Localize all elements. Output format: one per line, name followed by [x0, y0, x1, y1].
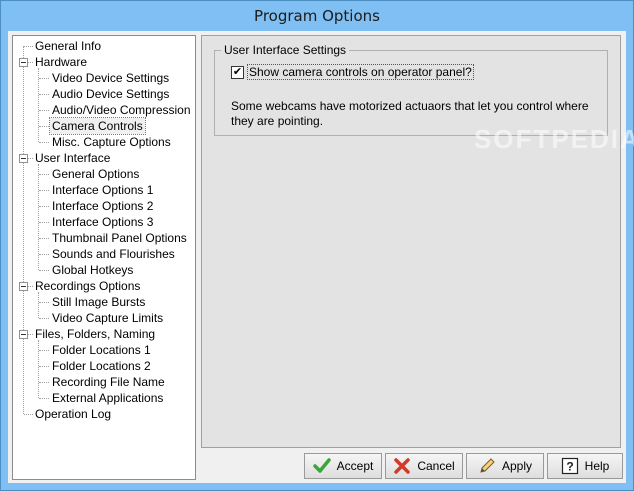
tree-item[interactable]: Audio/Video Compression: [50, 102, 193, 118]
tree-category[interactable]: Files, Folders, Naming: [33, 326, 157, 342]
tree-category[interactable]: Hardware: [33, 54, 89, 70]
tree-connector: [39, 398, 49, 399]
tree-connector: [39, 174, 49, 175]
tree-item[interactable]: General Options: [50, 166, 141, 182]
tree-connector: [39, 238, 49, 239]
apply-button[interactable]: Apply: [466, 453, 544, 479]
apply-label: Apply: [501, 459, 533, 473]
tree-connector: [39, 94, 49, 95]
tree-child-connector: [38, 68, 39, 142]
tree-child-connector: [38, 340, 39, 398]
title-bar[interactable]: Program Options: [1, 1, 633, 31]
tree-connector: [24, 414, 33, 415]
tree-connector: [39, 382, 49, 383]
tree-connector: [39, 206, 49, 207]
accept-button[interactable]: Accept: [304, 453, 382, 479]
tree-item[interactable]: Camera Controls: [49, 117, 146, 135]
tree-child-connector: [38, 292, 39, 318]
show-camera-controls-checkbox[interactable]: ✔: [231, 66, 244, 79]
collapse-toggle-icon[interactable]: [19, 282, 28, 291]
collapse-toggle-icon[interactable]: [19, 58, 28, 67]
tree-connector: [39, 190, 49, 191]
tree-category[interactable]: General Info: [33, 38, 103, 54]
tree-item[interactable]: Video Device Settings: [50, 70, 171, 86]
accept-label: Accept: [336, 459, 374, 473]
window-title: Program Options: [254, 7, 380, 25]
tree-connector: [39, 270, 49, 271]
green-checkmark-icon: [312, 458, 331, 473]
tree-category[interactable]: Operation Log: [33, 406, 113, 422]
tree-item[interactable]: Recording File Name: [50, 374, 167, 390]
question-mark-icon: ?: [561, 457, 578, 475]
tree-connector: [39, 110, 49, 111]
tree-connector: [24, 46, 33, 47]
tree-item[interactable]: External Applications: [50, 390, 165, 406]
svg-text:?: ?: [566, 460, 573, 474]
tree-connector: [39, 78, 49, 79]
cancel-button[interactable]: Cancel: [385, 453, 463, 479]
tree-connector: [39, 350, 49, 351]
tree-connector: [39, 142, 49, 143]
tree-connector: [39, 366, 49, 367]
tree-item[interactable]: Video Capture Limits: [50, 310, 165, 326]
cancel-label: Cancel: [417, 459, 455, 473]
tree-item[interactable]: Still Image Bursts: [50, 294, 147, 310]
tree-item[interactable]: Thumbnail Panel Options: [50, 230, 189, 246]
tree-connector: [39, 302, 49, 303]
red-x-icon: [394, 458, 411, 474]
tree-item[interactable]: Interface Options 2: [50, 198, 155, 214]
tree-child-connector: [38, 164, 39, 270]
help-button[interactable]: ? Help: [547, 453, 623, 479]
tree-category[interactable]: User Interface: [33, 150, 112, 166]
tree-connector: [39, 318, 49, 319]
tree-item[interactable]: Folder Locations 1: [50, 342, 153, 358]
tree-connector: [39, 126, 49, 127]
show-camera-controls-label[interactable]: Show camera controls on operator panel?: [247, 64, 474, 80]
tree-connector: [39, 222, 49, 223]
tree-item[interactable]: Global Hotkeys: [50, 262, 135, 278]
tree-item[interactable]: Misc. Capture Options: [50, 134, 173, 150]
user-interface-settings-group: User Interface Settings ✔ Show camera co…: [214, 43, 608, 136]
program-options-window: Program Options General Info Hardware Vide…: [0, 0, 634, 491]
tree-item[interactable]: Sounds and Flourishes: [50, 246, 177, 262]
tree-connector: [39, 254, 49, 255]
tree-root-connector: [23, 46, 24, 414]
tree-category[interactable]: Recordings Options: [33, 278, 142, 294]
tree-item[interactable]: Audio Device Settings: [50, 86, 171, 102]
collapse-toggle-icon[interactable]: [19, 330, 28, 339]
camera-controls-description: Some webcams have motorized actuaors tha…: [231, 99, 589, 128]
help-label: Help: [584, 459, 610, 473]
dialog-client-area: General Info Hardware Video Device Setting…: [8, 31, 634, 483]
pencil-icon: [480, 458, 495, 473]
tree-item[interactable]: Interface Options 1: [50, 182, 155, 198]
group-title: User Interface Settings: [221, 43, 350, 57]
tree-item[interactable]: Interface Options 3: [50, 214, 155, 230]
settings-panel: User Interface Settings ✔ Show camera co…: [201, 35, 634, 448]
tree-item[interactable]: Folder Locations 2: [50, 358, 153, 374]
collapse-toggle-icon[interactable]: [19, 154, 28, 163]
options-tree[interactable]: General Info Hardware Video Device Setting…: [12, 35, 196, 480]
